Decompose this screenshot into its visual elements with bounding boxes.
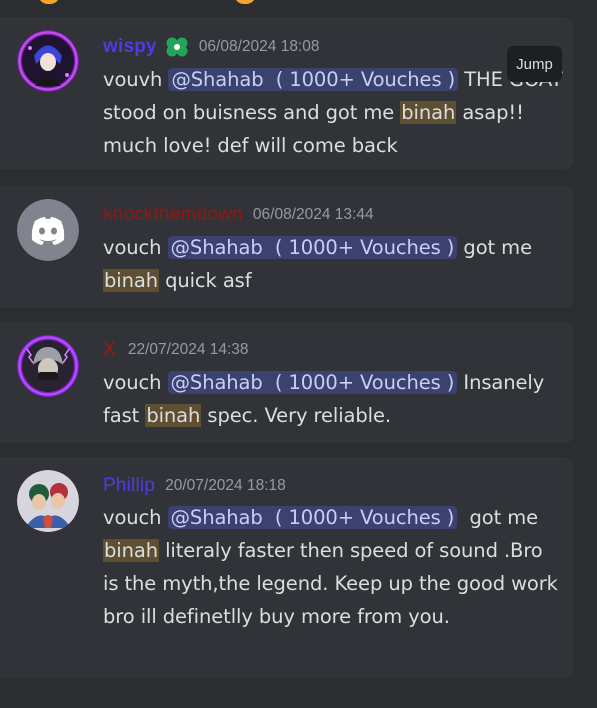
message-card[interactable]: knockthemdown 06/08/2024 13:44 vouch @Sh… — [0, 186, 574, 308]
username[interactable]: X — [103, 339, 116, 361]
avatar-wispy-icon — [17, 30, 79, 92]
search-highlight: binah — [400, 101, 457, 124]
message-text: got me — [457, 506, 539, 529]
user-mention[interactable]: @Shahab ( 1000+ Vouches ) — [167, 236, 458, 259]
message-content: vouch @Shahab ( 1000+ Vouches ) got me b… — [103, 231, 563, 297]
timestamp: 22/07/2024 14:38 — [127, 341, 249, 358]
search-highlight: binah — [103, 269, 159, 292]
message-header: Phillip 20/07/2024 18:18 — [103, 472, 286, 500]
reaction-emoji-partial — [234, 0, 256, 4]
message-text: spec. Very reliable. — [201, 404, 391, 427]
timestamp: 06/08/2024 13:44 — [252, 206, 374, 223]
avatar[interactable] — [17, 470, 79, 532]
message-card[interactable]: X 22/07/2024 14:38 vouch @Shahab ( 1000+… — [0, 322, 574, 443]
avatar[interactable] — [17, 199, 79, 261]
jump-button[interactable]: Jump — [507, 46, 562, 82]
message-text: quick asf — [158, 269, 252, 292]
green-clover-icon — [166, 37, 188, 57]
username[interactable]: wispy — [103, 36, 157, 58]
message-text: vouvh — [103, 68, 169, 91]
message-content: vouch @Shahab ( 1000+ Vouches ) Insanely… — [103, 366, 563, 432]
user-mention[interactable]: @Shahab ( 1000+ Vouches ) — [168, 68, 459, 91]
username[interactable]: knockthemdown — [103, 204, 243, 226]
search-highlight: binah — [103, 539, 159, 562]
chat-panel: wispy 06/08/2024 18:08 vouvh @Shahab ( 1… — [0, 0, 597, 708]
message-text: vouch — [103, 236, 168, 259]
message-header: X 22/07/2024 14:38 — [103, 336, 249, 364]
message-text: literaly faster then speed of sound .Bro… — [103, 539, 558, 628]
reaction-emoji-partial — [38, 0, 60, 4]
message-header: wispy 06/08/2024 18:08 — [103, 33, 319, 61]
discord-logo-icon — [17, 199, 79, 261]
message-content: vouvh @Shahab ( 1000+ Vouches ) THE GOAT… — [103, 63, 563, 162]
avatar-phillip-icon — [17, 470, 79, 532]
avatar-x-icon — [17, 335, 79, 397]
avatar[interactable] — [17, 335, 79, 397]
timestamp: 20/07/2024 18:18 — [165, 477, 286, 494]
message-text: vouch — [103, 506, 168, 529]
avatar[interactable] — [17, 30, 79, 92]
username[interactable]: Phillip — [103, 475, 155, 497]
user-mention[interactable]: @Shahab ( 1000+ Vouches ) — [167, 371, 458, 394]
search-highlight: binah — [145, 404, 202, 427]
message-content: vouch @Shahab ( 1000+ Vouches ) got me b… — [103, 501, 563, 633]
message-text: vouch — [103, 371, 168, 394]
timestamp: 06/08/2024 18:08 — [198, 38, 320, 55]
message-header: knockthemdown 06/08/2024 13:44 — [103, 201, 374, 229]
message-card[interactable]: wispy 06/08/2024 18:08 vouvh @Shahab ( 1… — [0, 17, 574, 169]
user-mention[interactable]: @Shahab ( 1000+ Vouches ) — [167, 506, 458, 529]
message-card[interactable]: Phillip 20/07/2024 18:18 vouch @Shahab (… — [0, 457, 574, 678]
message-text: got me — [457, 236, 532, 259]
